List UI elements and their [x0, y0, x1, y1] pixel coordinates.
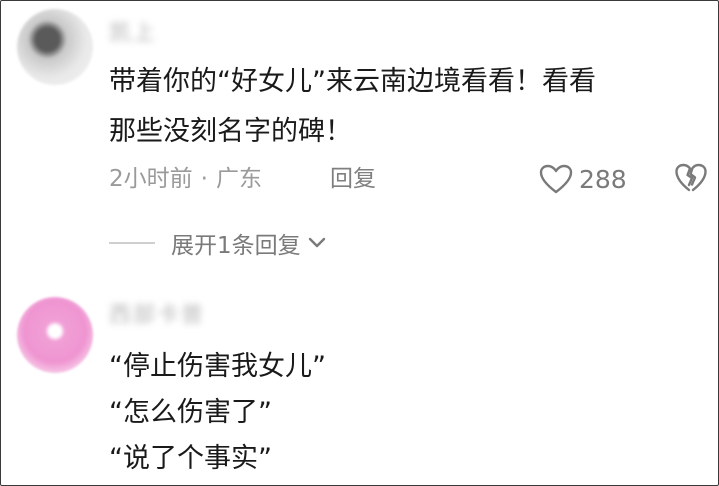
comment-section: 凯上 带着你的“好女儿”来云南边境看看！看看 那些没刻名字的碑！ 2小时前 · 广东…: [0, 0, 719, 486]
comment-text-line: 那些没刻名字的碑！: [109, 116, 352, 147]
comment-text-line: “停止伤害我女儿”: [109, 351, 326, 382]
expand-replies-label: 展开1条回复: [171, 233, 301, 259]
dislike-button[interactable]: [675, 163, 707, 197]
heart-outline-icon: [539, 164, 573, 194]
comment-text-line: “怎么伤害了”: [109, 397, 272, 428]
like-button[interactable]: 288: [539, 159, 627, 199]
comment-time: 2小时前: [109, 166, 193, 192]
reply-button[interactable]: 回复: [330, 159, 376, 199]
comment-meta: 2小时前 · 广东: [109, 159, 262, 199]
comment-username[interactable]: 西部卡普: [109, 297, 205, 329]
avatar[interactable]: [17, 297, 93, 373]
avatar[interactable]: [17, 9, 93, 85]
comment-location: 广东: [215, 166, 262, 192]
like-count: 288: [579, 164, 627, 194]
expand-divider: [109, 242, 155, 244]
comment-text-line: “说了个事实”: [109, 443, 272, 474]
expand-replies-button[interactable]: 展开1条回复: [109, 223, 327, 263]
comment-text-line: 带着你的“好女儿”来云南边境看看！看看: [109, 66, 596, 97]
chevron-down-icon: [301, 234, 327, 253]
comment-username[interactable]: 凯上: [109, 15, 157, 47]
broken-heart-icon: [675, 163, 707, 197]
meta-separator: ·: [200, 166, 208, 192]
